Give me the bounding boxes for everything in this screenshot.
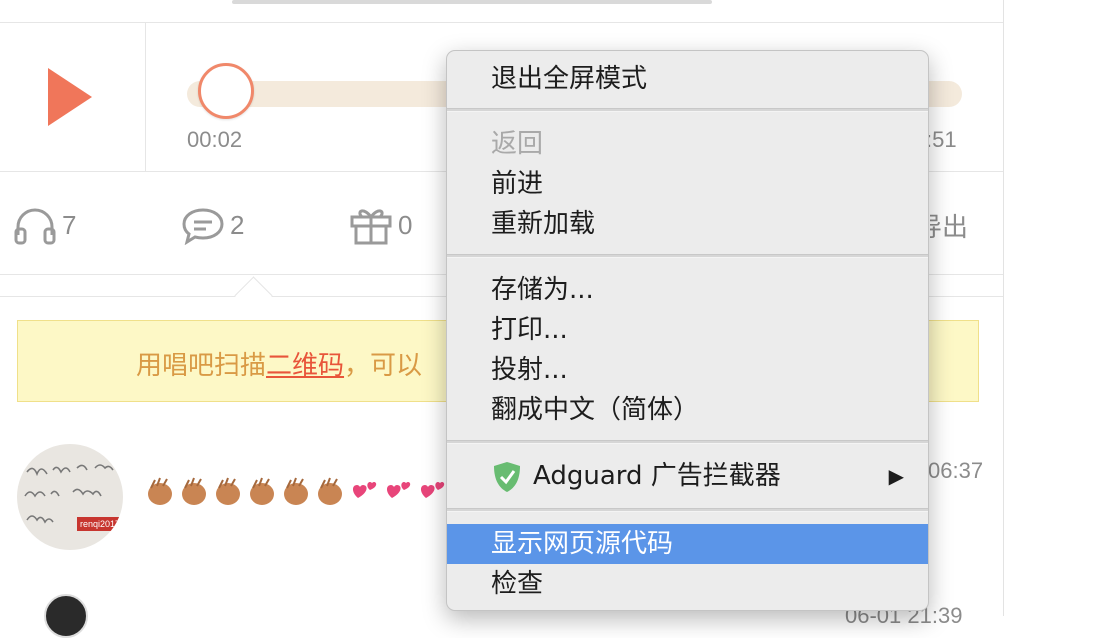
menu-item-inspect[interactable]: 检查 <box>447 564 928 604</box>
clap-emoji-icon <box>182 477 206 505</box>
clap-emoji-icon <box>216 477 240 505</box>
clap-emoji-icon <box>284 477 308 505</box>
avatar[interactable]: renqi2017 <box>17 444 123 550</box>
handwriting-image <box>24 464 114 524</box>
export-link[interactable]: 导出 <box>930 205 990 245</box>
menu-item-print[interactable]: 打印... <box>447 310 928 350</box>
progress-thumb[interactable] <box>198 63 254 119</box>
two-hearts-emoji-icon <box>353 482 377 498</box>
play-cell <box>0 22 146 171</box>
menu-separator <box>447 108 928 112</box>
gift-count: 0 <box>398 209 413 240</box>
menu-item-translate[interactable]: 翻成中文（简体） <box>447 390 928 430</box>
menu-item-exit-fullscreen[interactable]: 退出全屏模式 <box>447 59 928 99</box>
menu-item-cast[interactable]: 投射... <box>447 350 928 390</box>
listen-count: 7 <box>62 209 77 240</box>
menu-item-back[interactable]: 返回 <box>447 124 928 164</box>
comment-emoji-row <box>145 476 451 508</box>
clap-emoji-icon <box>318 477 342 505</box>
menu-separator <box>447 440 928 444</box>
gift-icon <box>350 209 392 245</box>
clap-emoji-icon <box>250 477 274 505</box>
two-hearts-emoji-icon <box>387 482 411 498</box>
avatar[interactable] <box>44 594 88 638</box>
notice-suffix: ，可以 <box>344 350 423 380</box>
comment-stat[interactable]: 2 <box>180 205 244 245</box>
avatar-tag: renqi2017 <box>77 517 123 531</box>
qr-code-link[interactable]: 二维码 <box>266 350 344 380</box>
top-image-edge <box>232 0 712 4</box>
export-label: 导出 <box>930 211 969 242</box>
listen-stat[interactable]: 7 <box>12 205 76 245</box>
menu-separator <box>447 508 928 512</box>
menu-item-view-source[interactable]: 显示网页源代码 <box>447 524 928 564</box>
comment-count: 2 <box>230 209 245 240</box>
notice-text: 用唱吧扫描二维码，可以 <box>136 345 422 382</box>
current-time: 00:02 <box>187 127 243 152</box>
headphones-icon <box>14 208 56 245</box>
clap-emoji-icon <box>148 477 172 505</box>
menu-item-save-as[interactable]: 存储为... <box>447 270 928 310</box>
context-menu: 退出全屏模式 返回 前进 重新加载 存储为... 打印... 投射... 翻成中… <box>446 50 929 611</box>
adguard-label: Adguard 广告拦截器 <box>533 461 781 491</box>
play-button[interactable] <box>48 68 92 126</box>
adguard-shield-icon <box>494 462 520 492</box>
notice-prefix: 用唱吧扫描 <box>136 350 267 380</box>
two-hearts-emoji-icon <box>421 482 445 498</box>
comment-icon <box>182 208 224 245</box>
menu-separator <box>447 254 928 258</box>
menu-item-reload[interactable]: 重新加载 <box>447 204 928 244</box>
total-time: :51 <box>926 127 957 152</box>
menu-item-forward[interactable]: 前进 <box>447 164 928 204</box>
submenu-arrow-icon: ▶ <box>888 464 904 488</box>
comment-time: 06:37 <box>928 458 984 483</box>
gift-stat[interactable]: 0 <box>348 205 412 245</box>
top-strip <box>0 0 1003 23</box>
